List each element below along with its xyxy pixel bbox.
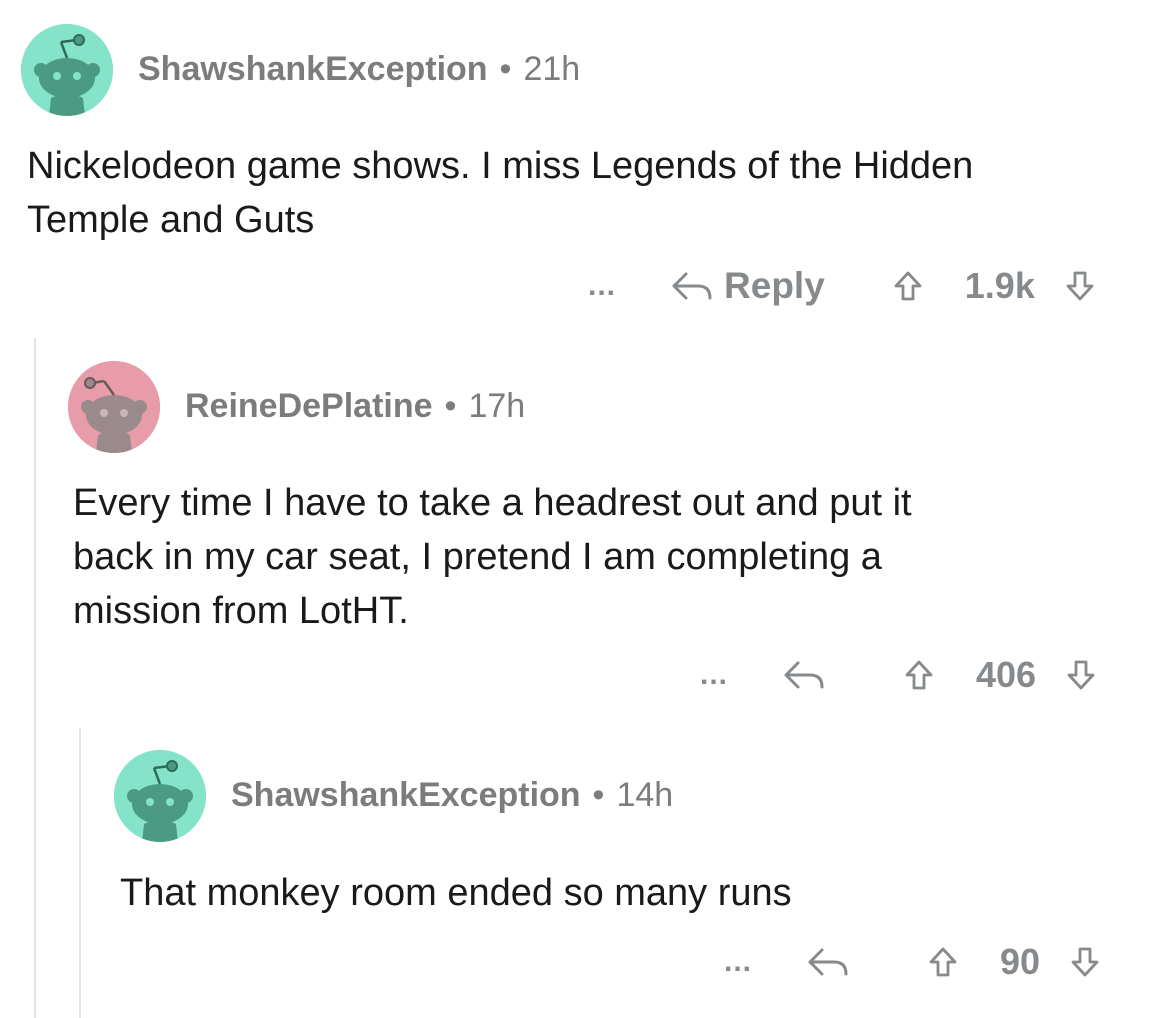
comment-2: ReineDePlatine • 17h Every time I have t… bbox=[0, 340, 1166, 720]
reply-button[interactable] bbox=[782, 657, 836, 693]
comment-body: That monkey room ended so many runs bbox=[120, 866, 1150, 920]
reply-icon bbox=[808, 948, 848, 976]
meta-separator: • bbox=[592, 776, 605, 814]
reply-icon bbox=[784, 661, 824, 689]
upvote-arrow-icon bbox=[894, 271, 922, 301]
meta-separator: • bbox=[444, 387, 457, 425]
more-options-button[interactable]: ... bbox=[588, 271, 616, 301]
comment-body-line: Temple and Guts bbox=[27, 199, 315, 241]
comment-body-line: Nickelodeon game shows. I miss Legends o… bbox=[27, 145, 974, 187]
upvote-button[interactable] bbox=[928, 946, 958, 978]
comment-author[interactable]: ShawshankException bbox=[138, 50, 488, 89]
comment-body-line: Every time I have to take a headrest out… bbox=[73, 482, 912, 524]
downvote-button[interactable] bbox=[1066, 659, 1096, 691]
avatar[interactable] bbox=[114, 750, 206, 842]
comment-author[interactable]: ShawshankException bbox=[231, 776, 581, 815]
comment-body: Nickelodeon game shows. I miss Legends o… bbox=[27, 139, 1157, 247]
comment-actions: ... 406 bbox=[700, 651, 1096, 699]
upvote-button[interactable] bbox=[893, 270, 923, 302]
avatar[interactable] bbox=[21, 24, 113, 116]
snoo-avatar-icon bbox=[21, 24, 113, 116]
downvote-button[interactable] bbox=[1070, 946, 1100, 978]
comment-author[interactable]: ReineDePlatine bbox=[185, 387, 433, 426]
more-options-button[interactable]: ... bbox=[724, 947, 752, 977]
comment-body-line: That monkey room ended so many runs bbox=[120, 872, 792, 914]
comment-age: 14h bbox=[616, 776, 674, 814]
avatar[interactable] bbox=[68, 361, 160, 453]
downvote-arrow-icon bbox=[1071, 947, 1099, 977]
snoo-avatar-icon bbox=[114, 750, 206, 842]
comment-actions: ... Reply 1.9k bbox=[588, 262, 1095, 310]
comment-3: ShawshankException • 14h That monkey roo… bbox=[0, 740, 1166, 1018]
more-options-button[interactable]: ... bbox=[700, 660, 728, 690]
downvote-button[interactable] bbox=[1065, 270, 1095, 302]
reply-button[interactable] bbox=[806, 944, 860, 980]
upvote-button[interactable] bbox=[904, 659, 934, 691]
downvote-arrow-icon bbox=[1067, 660, 1095, 690]
comment-age: 17h bbox=[468, 387, 526, 425]
comment-actions: ... 90 bbox=[724, 938, 1100, 986]
vote-score: 1.9k bbox=[964, 265, 1035, 306]
upvote-arrow-icon bbox=[929, 947, 957, 977]
upvote-arrow-icon bbox=[905, 660, 933, 690]
comment-body-line: back in my car seat, I pretend I am comp… bbox=[73, 536, 882, 578]
meta-separator: • bbox=[499, 50, 512, 88]
comment-age: 21h bbox=[523, 50, 581, 88]
snoo-avatar-icon bbox=[68, 361, 160, 453]
vote-score: 406 bbox=[976, 654, 1037, 695]
reply-label: Reply bbox=[724, 265, 825, 306]
reply-icon bbox=[672, 272, 712, 300]
comment-body-line: mission from LotHT. bbox=[73, 590, 409, 632]
reply-button[interactable]: Reply bbox=[670, 265, 825, 307]
vote-score: 90 bbox=[1000, 941, 1041, 982]
comment-1: ShawshankException • 21h Nickelodeon gam… bbox=[0, 0, 1166, 330]
downvote-arrow-icon bbox=[1066, 271, 1094, 301]
comment-body: Every time I have to take a headrest out… bbox=[73, 476, 1153, 638]
